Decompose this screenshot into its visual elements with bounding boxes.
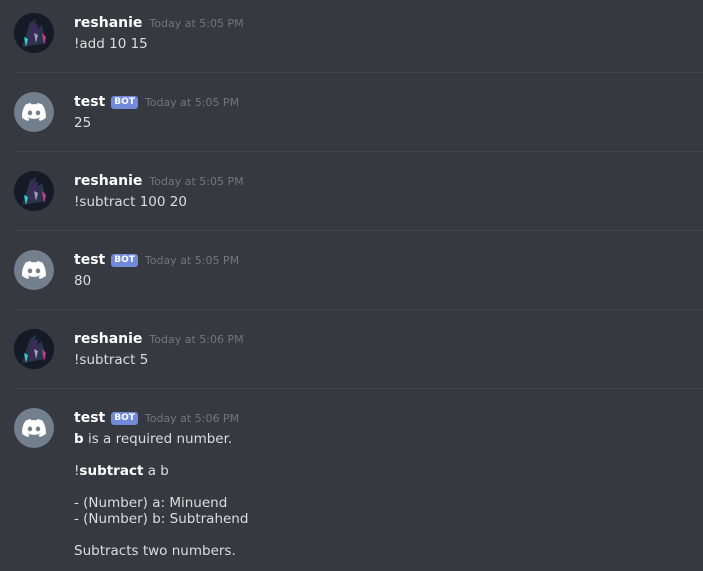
message-header: test BOT Today at 5:05 PM bbox=[74, 92, 239, 112]
message-3: reshanie Today at 5:05 PM !subtract 100 … bbox=[0, 171, 703, 221]
message-content: !add 10 15 bbox=[74, 36, 148, 52]
user-avatar-icon bbox=[14, 329, 54, 369]
avatar[interactable] bbox=[14, 250, 54, 290]
message-divider bbox=[16, 388, 703, 389]
username[interactable]: reshanie bbox=[74, 173, 142, 189]
message-divider bbox=[16, 151, 703, 152]
user-avatar-icon bbox=[14, 171, 54, 211]
description-line: Subtracts two numbers. bbox=[74, 543, 236, 559]
bot-badge: BOT bbox=[111, 411, 138, 425]
username[interactable]: reshanie bbox=[74, 331, 142, 347]
message-5: reshanie Today at 5:06 PM !subtract 5 bbox=[0, 329, 703, 379]
message-content: 80 bbox=[74, 273, 92, 289]
error-line: b is a required number. bbox=[74, 431, 232, 447]
command-name: subtract bbox=[79, 463, 144, 479]
message-header: reshanie Today at 5:06 PM bbox=[74, 329, 244, 349]
message-content: 25 bbox=[74, 115, 92, 131]
timestamp: Today at 5:05 PM bbox=[144, 253, 240, 267]
chat-log: reshanie Today at 5:05 PM !add 10 15 tes… bbox=[0, 0, 703, 571]
param-a-line: - (Number) a: Minuend bbox=[74, 495, 228, 511]
command-args: a b bbox=[143, 463, 169, 479]
param-name: b bbox=[74, 431, 84, 447]
message-header: reshanie Today at 5:05 PM bbox=[74, 13, 244, 33]
user-avatar-icon bbox=[14, 13, 54, 53]
message-divider bbox=[16, 72, 703, 73]
message-6: test BOT Today at 5:06 PM b is a require… bbox=[0, 408, 703, 568]
username[interactable]: reshanie bbox=[74, 15, 142, 31]
avatar[interactable] bbox=[14, 13, 54, 53]
timestamp: Today at 5:06 PM bbox=[144, 411, 240, 425]
timestamp: Today at 5:06 PM bbox=[149, 332, 244, 346]
username[interactable]: test bbox=[74, 94, 105, 110]
message-1: reshanie Today at 5:05 PM !add 10 15 bbox=[0, 13, 703, 63]
bot-badge: BOT bbox=[111, 95, 138, 109]
message-content: !subtract 100 20 bbox=[74, 194, 187, 210]
message-divider bbox=[16, 309, 703, 310]
usage-line: !subtract a b bbox=[74, 463, 169, 479]
discord-logo-icon bbox=[22, 103, 46, 121]
username[interactable]: test bbox=[74, 410, 105, 426]
message-header: test BOT Today at 5:05 PM bbox=[74, 250, 239, 270]
message-2: test BOT Today at 5:05 PM 25 bbox=[0, 92, 703, 142]
message-header: reshanie Today at 5:05 PM bbox=[74, 171, 244, 191]
discord-logo-icon bbox=[22, 419, 46, 437]
bot-badge: BOT bbox=[111, 253, 138, 267]
message-content: !subtract 5 bbox=[74, 352, 149, 368]
avatar[interactable] bbox=[14, 408, 54, 448]
timestamp: Today at 5:05 PM bbox=[149, 174, 244, 188]
username[interactable]: test bbox=[74, 252, 105, 268]
param-b-line: - (Number) b: Subtrahend bbox=[74, 511, 249, 527]
avatar[interactable] bbox=[14, 329, 54, 369]
avatar[interactable] bbox=[14, 171, 54, 211]
timestamp: Today at 5:05 PM bbox=[149, 16, 244, 30]
message-4: test BOT Today at 5:05 PM 80 bbox=[0, 250, 703, 300]
discord-logo-icon bbox=[22, 261, 46, 279]
message-divider bbox=[16, 230, 703, 231]
message-header: test BOT Today at 5:06 PM bbox=[74, 408, 239, 428]
required-text: is a required number. bbox=[83, 431, 233, 447]
avatar[interactable] bbox=[14, 92, 54, 132]
timestamp: Today at 5:05 PM bbox=[144, 95, 240, 109]
